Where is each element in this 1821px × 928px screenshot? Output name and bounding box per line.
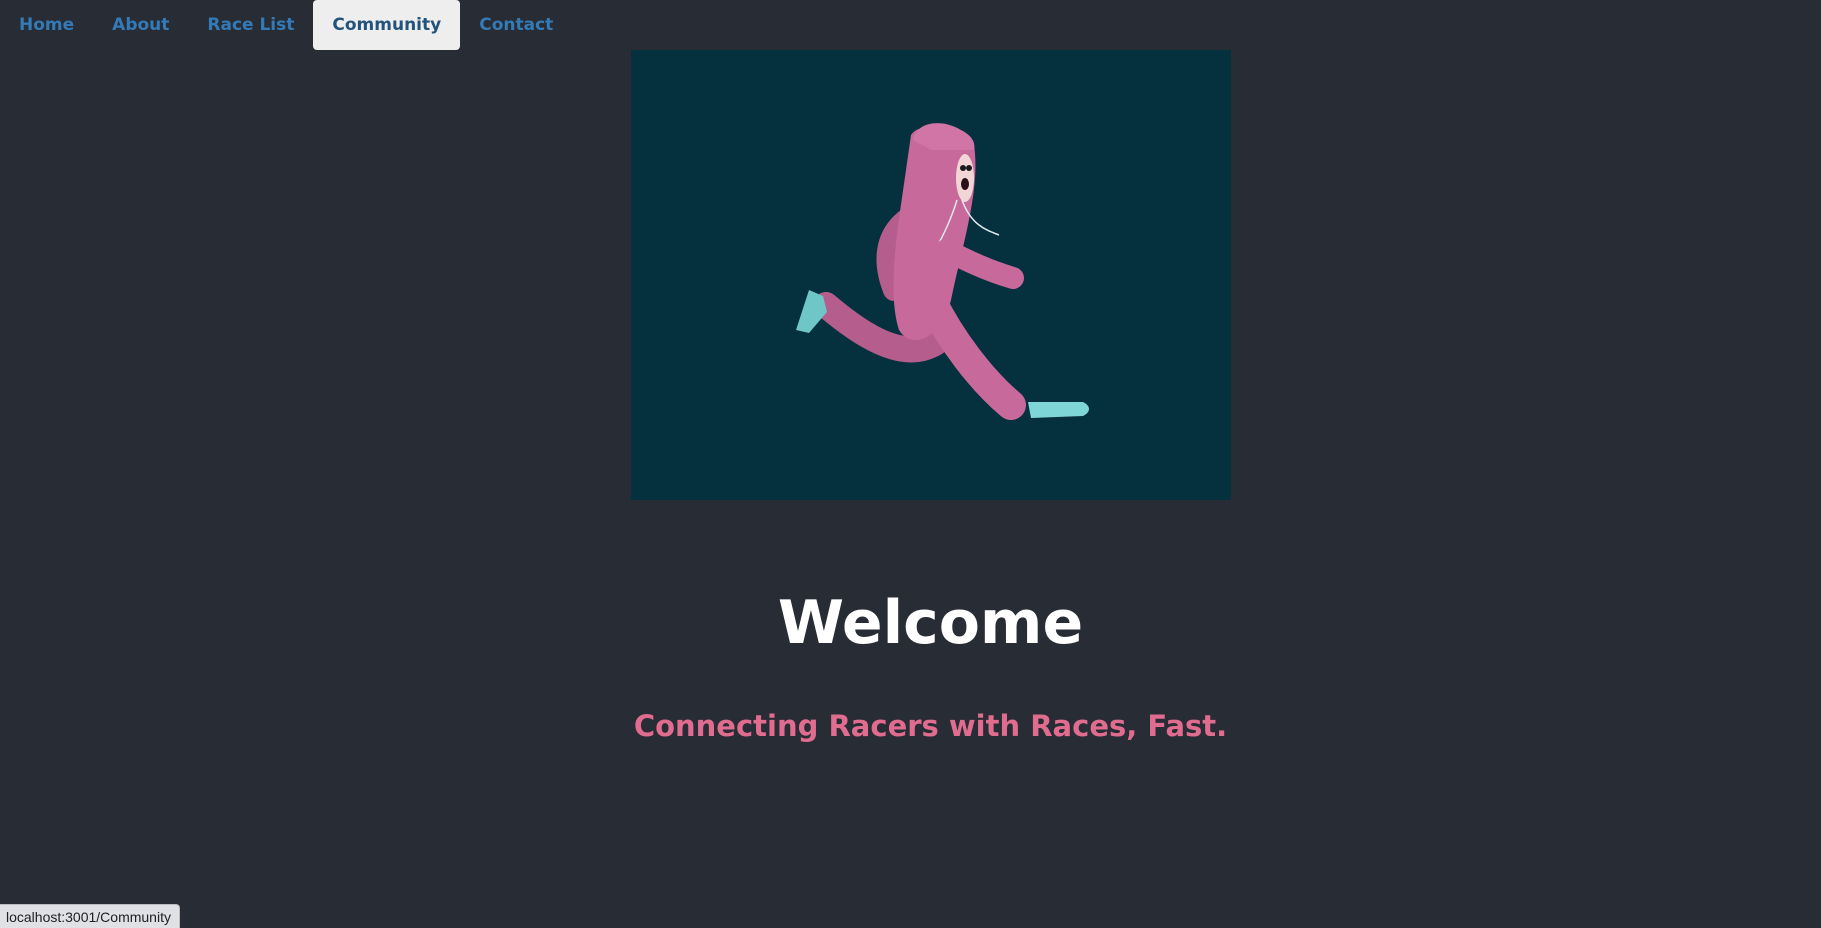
hero-image <box>631 50 1231 500</box>
top-nav: Home About Race List Community Contact <box>0 0 572 50</box>
status-bar-url: localhost:3001/Community <box>0 904 180 928</box>
tagline: Connecting Racers with Races, Fast. <box>633 709 1228 744</box>
nav-contact[interactable]: Contact <box>460 0 572 50</box>
nav-home[interactable]: Home <box>0 0 93 50</box>
running-character-illustration <box>631 50 1231 500</box>
nav-race-list[interactable]: Race List <box>188 0 313 50</box>
page: Home About Race List Community Contact W… <box>0 0 1821 928</box>
nav-community[interactable]: Community <box>313 0 461 50</box>
nav-about[interactable]: About <box>93 0 188 50</box>
page-title: Welcome <box>777 588 1084 659</box>
